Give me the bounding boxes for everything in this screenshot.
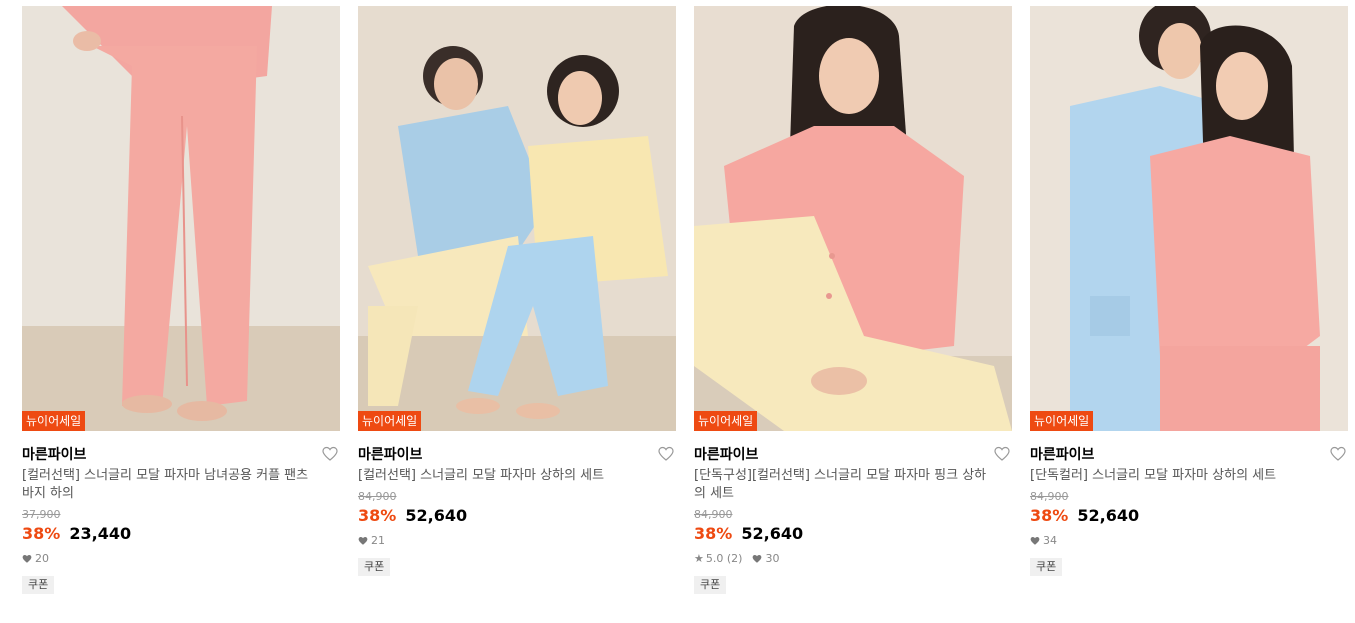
like-heart-icon bbox=[358, 536, 368, 545]
product-image[interactable]: 뉴이어세일 bbox=[1030, 6, 1348, 431]
coupon-tag: 쿠폰 bbox=[694, 576, 727, 594]
product-image[interactable]: 뉴이어세일 bbox=[358, 6, 676, 431]
sale-badge: 뉴이어세일 bbox=[1030, 411, 1094, 431]
product-card[interactable]: 뉴이어세일 마른파이브 [컬러선택] 스너글리 모달 파자마 상하의 세트 84… bbox=[358, 6, 676, 576]
sale-badge: 뉴이어세일 bbox=[694, 411, 758, 431]
product-grid: 뉴이어세일 마른파이브 [컬러선택] 스너글리 모달 파자마 남녀공용 커플 팬… bbox=[0, 0, 1355, 623]
like-count: 30 bbox=[765, 552, 780, 565]
discount-rate: 38% bbox=[1030, 506, 1069, 525]
wishlist-heart-icon[interactable] bbox=[1330, 446, 1346, 462]
product-title[interactable]: [단독구성][컬러선택] 스너글리 모달 파자마 핑크 상하의 세트 bbox=[694, 467, 994, 503]
discount-rate: 38% bbox=[22, 524, 61, 543]
like-heart-icon bbox=[753, 554, 762, 563]
like-count: 21 bbox=[371, 534, 385, 547]
product-image[interactable]: 뉴이어세일 bbox=[694, 6, 1012, 431]
product-title[interactable]: [단독컬러] 스너글리 모달 파자마 상하의 세트 bbox=[1030, 467, 1330, 485]
original-price: 37,900 bbox=[22, 508, 61, 521]
product-photo-pink-set bbox=[694, 6, 1012, 431]
discount-rate: 38% bbox=[358, 506, 397, 525]
sale-price: 52,640 bbox=[741, 524, 804, 543]
brand-name[interactable]: 마른파이브 bbox=[358, 444, 676, 466]
sale-badge: 뉴이어세일 bbox=[358, 411, 422, 431]
product-title[interactable]: [컬러선택] 스너글리 모달 파자마 남녀공용 커플 팬츠 바지 하의 bbox=[22, 467, 322, 503]
product-title[interactable]: [컬러선택] 스너글리 모달 파자마 상하의 세트 bbox=[358, 467, 658, 485]
original-price: 84,900 bbox=[1030, 490, 1069, 503]
product-card[interactable]: 뉴이어세일 마른파이브 [단독컬러] 스너글리 모달 파자마 상하의 세트 84… bbox=[1030, 6, 1348, 576]
coupon-tag: 쿠폰 bbox=[22, 576, 55, 594]
coupon-tag: 쿠폰 bbox=[1030, 558, 1063, 576]
like-count: 34 bbox=[1043, 534, 1057, 547]
original-price: 84,900 bbox=[358, 490, 397, 503]
product-photo-pink-pants bbox=[22, 6, 340, 431]
like-count: 20 bbox=[35, 552, 49, 565]
sale-price: 52,640 bbox=[1077, 506, 1140, 525]
product-card[interactable]: 뉴이어세일 마른파이브 [컬러선택] 스너글리 모달 파자마 남녀공용 커플 팬… bbox=[22, 6, 340, 594]
brand-name[interactable]: 마른파이브 bbox=[1030, 444, 1348, 466]
discount-rate: 38% bbox=[694, 524, 733, 543]
wishlist-heart-icon[interactable] bbox=[322, 446, 338, 462]
sale-price: 23,440 bbox=[69, 524, 132, 543]
like-heart-icon bbox=[1030, 536, 1040, 545]
star-icon: ★ bbox=[694, 552, 704, 565]
brand-name[interactable]: 마른파이브 bbox=[22, 444, 340, 466]
rating-score: 5.0 (2) bbox=[705, 552, 743, 565]
product-photo-couple-standing bbox=[1030, 6, 1348, 431]
product-card[interactable]: 뉴이어세일 마른파이브 [단독구성][컬러선택] 스너글리 모달 파자마 핑크 … bbox=[694, 6, 1012, 594]
wishlist-heart-icon[interactable] bbox=[994, 446, 1010, 462]
product-photo-couple-set bbox=[358, 6, 676, 431]
original-price: 84,900 bbox=[694, 508, 733, 521]
sale-price: 52,640 bbox=[405, 506, 468, 525]
coupon-tag: 쿠폰 bbox=[358, 558, 391, 576]
like-heart-icon bbox=[22, 554, 32, 563]
sale-badge: 뉴이어세일 bbox=[22, 411, 86, 431]
wishlist-heart-icon[interactable] bbox=[658, 446, 674, 462]
brand-name[interactable]: 마른파이브 bbox=[694, 444, 1012, 466]
product-image[interactable]: 뉴이어세일 bbox=[22, 6, 340, 431]
